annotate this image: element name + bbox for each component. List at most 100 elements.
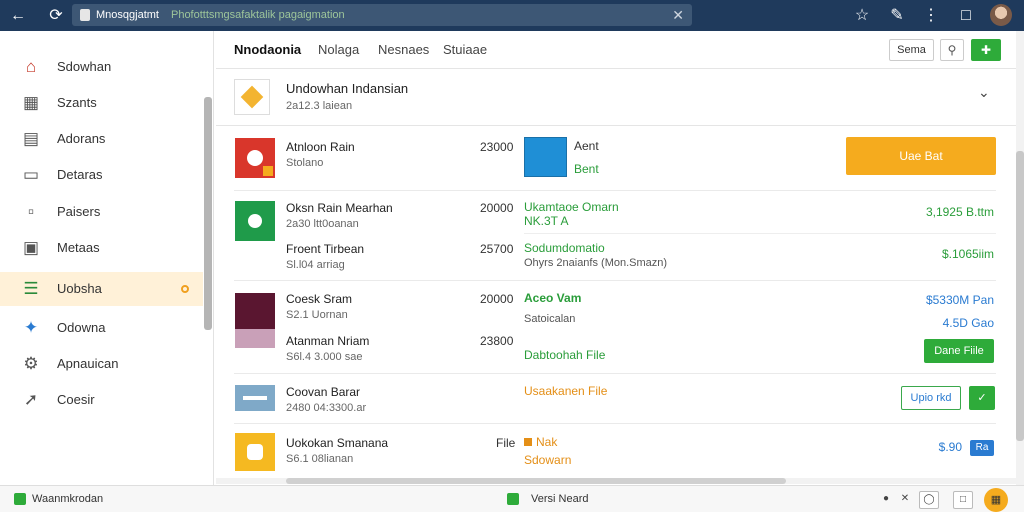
avatar[interactable] (990, 4, 1012, 26)
lock-icon[interactable]: ◯ (919, 491, 939, 509)
download-file-button[interactable]: Dane Fiile (924, 339, 994, 363)
wrench-icon: ➚ (23, 390, 39, 409)
sidebar-item-label: Odowna (57, 320, 106, 335)
monitor-icon: ▣ (22, 238, 40, 257)
star-icon[interactable]: ☆ (852, 0, 872, 31)
scroll-thumb[interactable] (1016, 151, 1024, 441)
document-icon: ▤ (22, 129, 40, 148)
item-title: Froent Tirbean (286, 242, 365, 256)
list-item: Atnloon Rain Stolano 23000 Aent Bent Uae… (234, 127, 996, 191)
sidebar-item-adorans[interactable]: ▤ Adorans (0, 122, 203, 156)
lock-icon (80, 9, 90, 21)
app-thumbnail-icon (235, 433, 275, 471)
section-header[interactable]: Undowhan Indansian 2a12.3 laiean ⌄ (216, 70, 1016, 126)
grid-icon[interactable]: ▦ (984, 488, 1008, 512)
item-subtitle: S2.1 Uornan (286, 309, 348, 321)
check-icon: ✓ (977, 392, 987, 404)
use-button[interactable]: Uae Bat (846, 137, 996, 175)
horizontal-scrollbar[interactable] (216, 478, 1016, 484)
address-bar[interactable]: Mnosqgjatmt Phofotttsmgsafaktalik pagaigm… (72, 4, 692, 26)
sidebar-item-detaras[interactable]: ▭ Detaras (0, 158, 203, 192)
chevron-down-icon[interactable]: ⌄ (978, 84, 990, 101)
add-button[interactable]: ✚ (971, 39, 1001, 61)
item-number: 20000 (480, 292, 514, 306)
extension-icon[interactable]: ✎ (887, 0, 907, 31)
search-button[interactable]: ⚲ (940, 39, 964, 61)
sidebar-item-paisers[interactable]: ▫ Paisers (0, 195, 203, 229)
item-detail: Sodumdomatio (524, 241, 605, 255)
record-icon[interactable]: ● (876, 491, 896, 509)
more-icon[interactable]: ⋮ (921, 0, 941, 31)
item-subtitle: S6l.4 3.000 sae (286, 351, 363, 363)
browser-toolbar: ← ⟳ Mnosqgjatmt Phofotttsmgsafaktalik pag… (0, 0, 1024, 31)
item-subtitle: S6.1 08lianan (286, 453, 354, 465)
sheet-icon (14, 493, 26, 505)
status-bar: Waanmkrodan Versi Neard ● ✕ ◯ □ ▦ (0, 485, 1024, 512)
sidebar-item-label: Uobsha (57, 281, 102, 296)
back-arrow-icon[interactable]: ← (8, 0, 28, 31)
close-icon[interactable]: ✕ (895, 491, 915, 509)
item-detail: Ukamtaoe Omarn (524, 200, 619, 214)
sidebar-item-metaas[interactable]: ▣ Metaas (0, 231, 203, 265)
sidebar-item-apnauican[interactable]: ⚙ Apnauican (0, 347, 203, 381)
tab-nesnaes[interactable]: Nesnaes (378, 31, 429, 69)
url-path: Phofotttsmgsafaktalik pagaigmation (170, 9, 345, 21)
save-button[interactable]: Sema (889, 39, 934, 61)
sidebar-scrollbar[interactable] (204, 97, 212, 330)
item-subtitle: 2480 04:3300.ar (286, 402, 367, 414)
section-title: Undowhan Indansian (286, 81, 409, 96)
item-title: Oksn Rain Mearhan (286, 201, 393, 215)
item-number: 23000 (480, 140, 514, 154)
item-number: 23800 (480, 334, 514, 348)
scroll-thumb[interactable] (286, 478, 786, 484)
active-indicator-icon (181, 285, 189, 293)
app-thumbnail-icon (235, 138, 275, 178)
tab-nnodaonia[interactable]: Nnodaonia (234, 31, 301, 69)
sidebar-item-label: Adorans (57, 131, 106, 146)
main-panel: Nnodaonia Nolaga Nesnaes Stuiaae Sema ⚲ … (216, 31, 1016, 485)
confirm-button[interactable]: ✓ (969, 386, 995, 410)
item-detail-secondary: Bent (574, 162, 599, 176)
sidebar-item-label: Detaras (57, 167, 103, 182)
sidebar-item-label: Szants (57, 95, 97, 110)
tab-stuiaae[interactable]: Stuiaae (443, 31, 487, 69)
item-amount: 3,1925 B.ttm (925, 205, 994, 219)
building-icon: ▦ (22, 93, 40, 112)
item-detail: Nak (524, 435, 557, 449)
sheet-icon (507, 493, 519, 505)
sidebar-item-coesir[interactable]: ➚ Coesir (0, 383, 203, 417)
item-title: Uokokan Smanana (286, 436, 389, 450)
item-detail: Usaakanen File (524, 384, 608, 398)
tag-icon (524, 438, 532, 446)
item-amount: 4.5D Gao (942, 316, 994, 330)
sidebar-item-label: Metaas (57, 240, 100, 255)
item-number: 25700 (480, 242, 514, 256)
content-header: Nnodaonia Nolaga Nesnaes Stuiaae Sema ⚲ … (216, 31, 1016, 69)
list-item: Coesk Sram S2.1 Uornan 20000 Aceo Vam Sa… (234, 281, 996, 374)
sidebar-item-label: Paisers (57, 204, 101, 219)
app-thumbnail-icon (235, 293, 275, 348)
sidebar-item-sdowhan[interactable]: ⌂ Sdowhan (0, 50, 203, 84)
clipboard-icon: ▫ (27, 202, 35, 221)
item-detail: Dabtoohah File (524, 348, 606, 362)
close-icon[interactable]: ✕ (672, 4, 684, 26)
reload-icon[interactable]: ⟳ (46, 0, 66, 31)
item-badge[interactable]: Ra (970, 440, 994, 456)
main-scrollbar[interactable] (1016, 31, 1024, 485)
sidebar: ⌂ Sdowhan ▦ Szants ▤ Adorans ▭ Detaras ▫ Pais… (0, 31, 214, 485)
window-icon[interactable]: □ (953, 491, 973, 509)
tab-nolaga[interactable]: Nolaga (318, 31, 359, 69)
list-item: Oksn Rain Mearhan 20000 Ukamtaoe Omarn N… (234, 191, 996, 281)
sidebar-item-uobsha[interactable]: ☰ Uobsha (0, 272, 203, 306)
gear-icon: ⚙ (23, 354, 39, 373)
upload-button[interactable]: Upio rkd (901, 386, 961, 410)
url-domain: Mnosqgjatmt (96, 9, 159, 21)
sidebar-item-szants[interactable]: ▦ Szants (0, 86, 203, 120)
item-detail: Aent (574, 139, 599, 153)
item-amount: $5330M Pan (925, 293, 994, 307)
window-icon[interactable]: □ (956, 0, 976, 31)
section-logo-icon (234, 79, 270, 115)
sidebar-item-odowna[interactable]: ✦ Odowna (0, 311, 203, 345)
item-amount: $.1065iim (941, 247, 994, 261)
list-item: Uokokan Smanana S6.1 08lianan File Nak S… (234, 424, 996, 474)
